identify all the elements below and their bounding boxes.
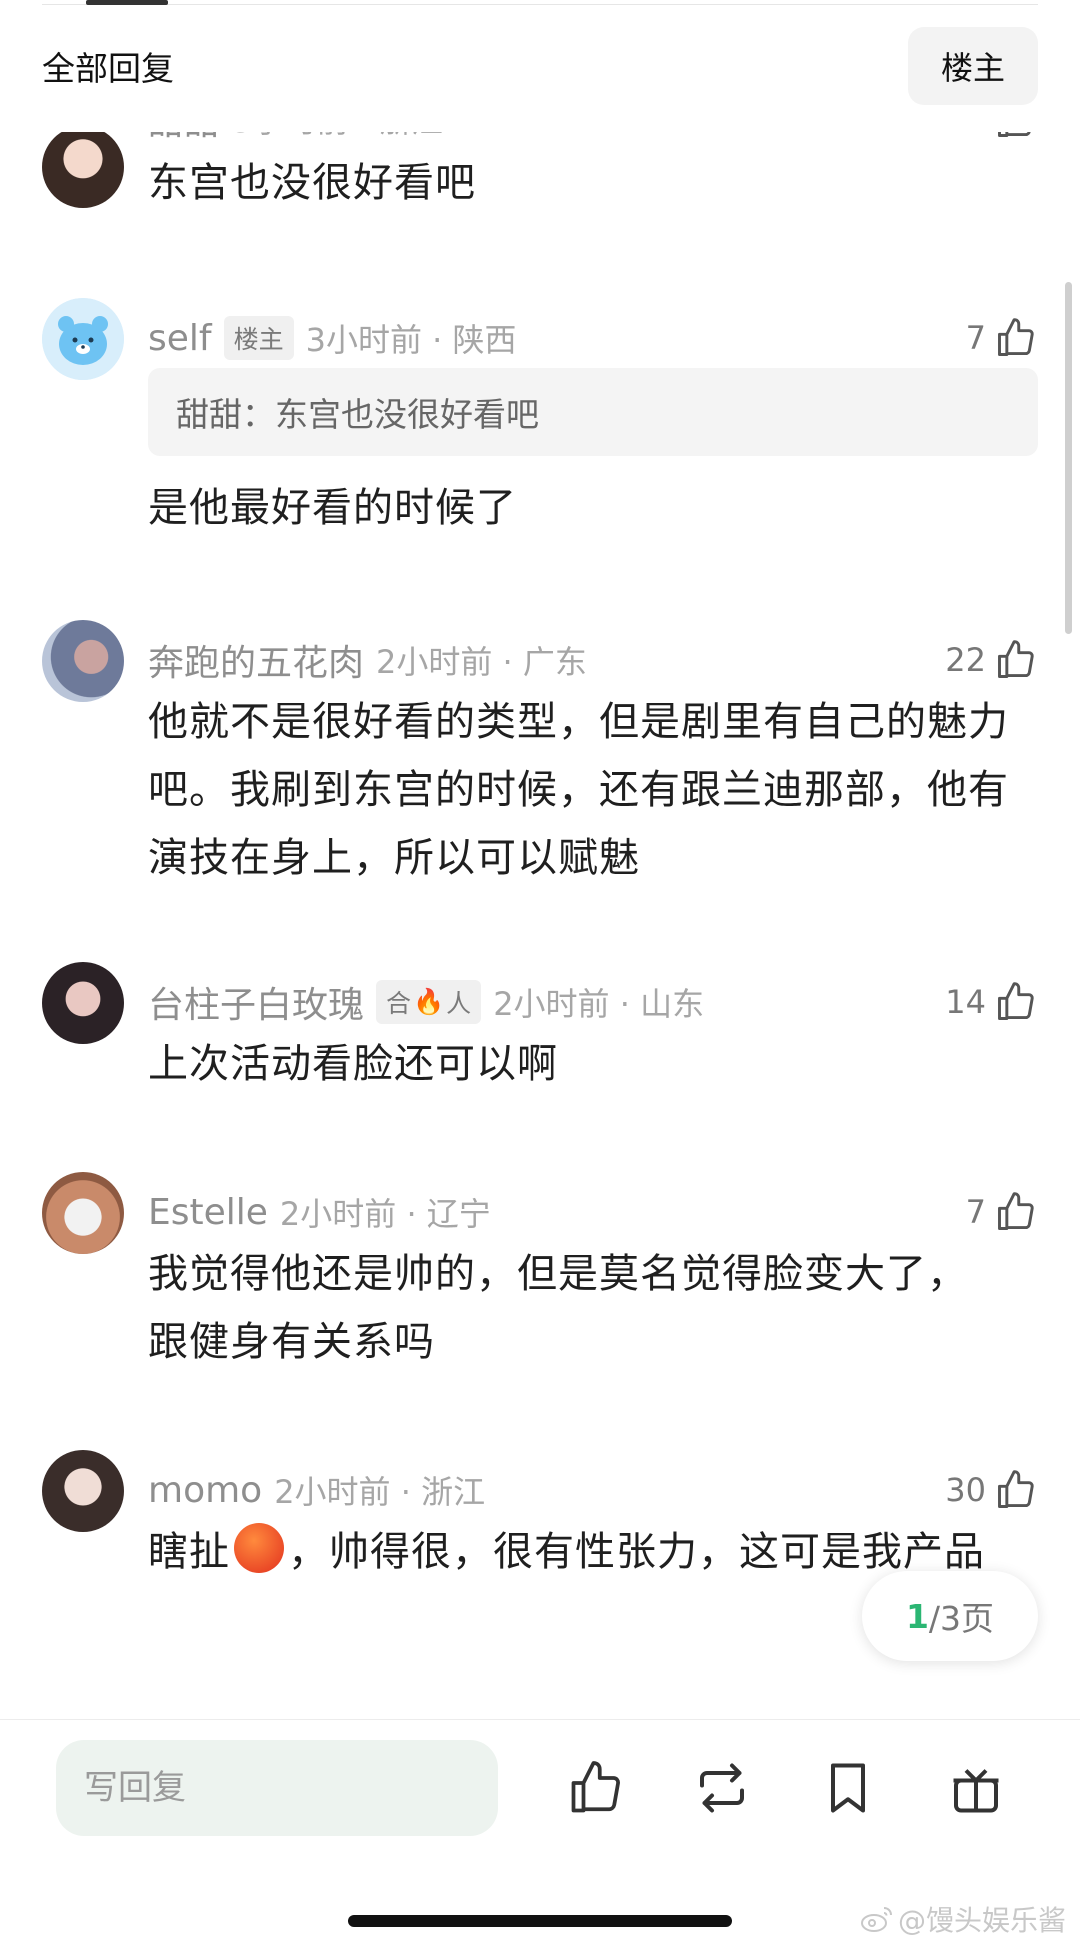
fire-icon: 🔥 — [413, 987, 445, 1016]
thumb-up-icon — [994, 316, 1038, 360]
home-indicator — [348, 1915, 732, 1927]
comment-text: 我觉得他还是帅的，但是莫名觉得脸变大了，跟健身有关系吗 — [148, 1251, 968, 1365]
time-location: 2小时前 · 广东 — [376, 643, 587, 681]
gift-button[interactable] — [946, 1758, 1006, 1818]
weibo-logo-icon — [860, 1907, 892, 1932]
watermark-text: @馒头娱乐酱 — [897, 1904, 1066, 1937]
total-pages: /3页 — [928, 1599, 995, 1638]
repost-button[interactable] — [692, 1758, 752, 1818]
avatar[interactable] — [42, 298, 124, 380]
bear-avatar-icon — [42, 298, 124, 380]
like-button[interactable]: 22 — [945, 635, 1038, 685]
page-indicator[interactable]: 1/3页 — [862, 1571, 1038, 1661]
thumb-up-icon — [994, 1190, 1038, 1234]
like-count: 30 — [945, 1471, 986, 1509]
like-count: 22 — [945, 641, 986, 679]
like-count: 14 — [945, 983, 986, 1021]
comment-text: 东宫也没很好看吧 — [148, 160, 476, 206]
like-button[interactable]: 7 — [966, 313, 1038, 363]
thumb-up-icon — [994, 638, 1038, 682]
like-post-button[interactable] — [566, 1758, 626, 1818]
username[interactable]: momo — [148, 1470, 262, 1511]
comment-text: 他就不是很好看的类型，但是剧里有自己的魅力吧。我刷到东宫的时候，还有跟兰迪那部，… — [148, 699, 1009, 881]
avatar[interactable] — [42, 126, 124, 208]
username[interactable]: 奔跑的五花肉 — [148, 634, 364, 686]
time-location: 2小时前 · 山东 — [493, 985, 705, 1023]
top-divider — [42, 4, 1038, 5]
comment-text-part: ，帅得很，很有性张力，这可是我产品 — [288, 1529, 985, 1575]
bookmark-button[interactable] — [818, 1758, 878, 1818]
current-page: 1 — [905, 1596, 929, 1636]
scrollbar[interactable] — [1065, 282, 1072, 634]
gift-icon — [953, 1769, 999, 1813]
bookmark-icon — [831, 1763, 865, 1813]
page-title: 全部回复 — [42, 49, 174, 88]
username[interactable]: 台柱子白玫瑰 — [148, 976, 364, 1028]
avatar[interactable] — [42, 1172, 124, 1254]
time-location: 3小时前 · 陕西 — [305, 321, 517, 359]
top-handle — [86, 0, 168, 5]
username[interactable]: Estelle — [148, 1192, 268, 1233]
thumb-up-icon — [571, 1761, 620, 1813]
repost-icon — [700, 1763, 744, 1813]
comment-text: 是他最好看的时候了 — [148, 485, 517, 531]
badge-text-right: 人 — [446, 989, 472, 1018]
watermark: @馒头娱乐酱 — [860, 1899, 1066, 1939]
thumb-up-icon — [994, 980, 1038, 1024]
avatar[interactable] — [42, 1450, 124, 1532]
reply-input[interactable] — [56, 1740, 498, 1836]
like-count: 7 — [965, 1193, 986, 1231]
comment-text: 上次活动看脸还可以啊 — [148, 1041, 558, 1087]
owner-filter-button[interactable]: 楼主 — [908, 27, 1038, 105]
avatar[interactable] — [42, 962, 124, 1044]
user-badge: 合 🔥 人 — [376, 980, 482, 1024]
thumb-up-icon — [994, 1468, 1038, 1512]
quoted-reply: 甜甜：东宫也没很好看吧 — [148, 368, 1038, 456]
like-button[interactable]: 14 — [945, 977, 1038, 1027]
bottom-action-bar: @馒头娱乐酱 — [0, 1719, 1080, 1949]
time-location: 2小时前 · 浙江 — [274, 1473, 486, 1511]
like-button[interactable]: 30 — [945, 1465, 1038, 1515]
like-button[interactable]: 7 — [966, 1187, 1038, 1237]
badge-text-left: 合 — [386, 989, 412, 1018]
comment-text-part: 瞎扯 — [148, 1529, 230, 1575]
avatar[interactable] — [42, 620, 124, 702]
angry-emoji-icon — [234, 1523, 284, 1619]
replies-header: 全部回复 楼主 — [0, 22, 1080, 132]
time-location: 2小时前 · 辽宁 — [279, 1195, 491, 1233]
username[interactable]: self — [148, 318, 212, 359]
like-count: 7 — [965, 319, 986, 357]
owner-badge: 楼主 — [223, 316, 294, 360]
